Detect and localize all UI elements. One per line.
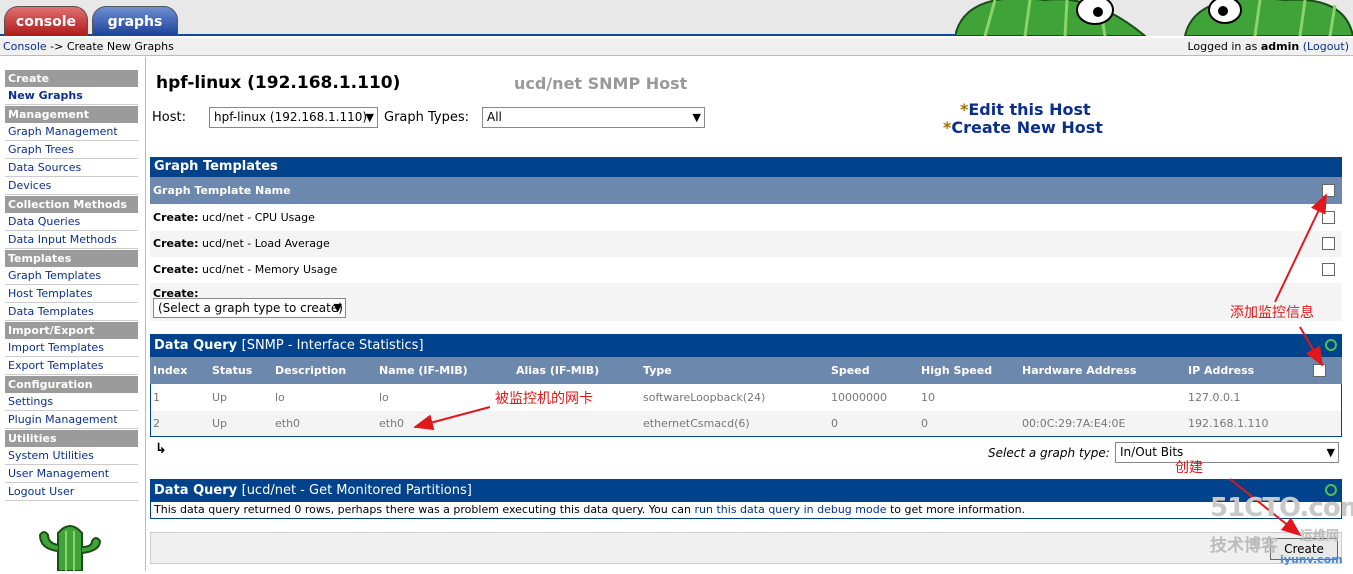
watermark-iyunv: iyunv.com [1280,553,1343,566]
menu-header-utilities: Utilities [5,430,138,447]
menu-header-import-export: Import/Export [5,322,138,339]
watermark-blog: 技术博客 [1210,536,1278,556]
breadcrumb-current: Create New Graphs [66,40,174,53]
tab-console[interactable]: console [4,6,88,36]
menu-item-data-templates[interactable]: Data Templates [5,303,138,321]
annotation-arrows [413,193,1327,537]
menu-header-management: Management [5,106,138,123]
menu-header-collection-methods: Collection Methods [5,196,138,213]
main-content: hpf-linux (192.168.1.110) ucd/net SNMP H… [150,57,1353,571]
sidebar-menu: Create New Graphs Management Graph Manageme… [5,69,138,501]
breadcrumb-bar: Console -> Create New Graphs Logged in a… [0,38,1353,56]
breadcrumb-separator: -> [46,40,67,53]
top-bar: console graphs [0,0,1353,36]
watermark-51cto: 51CTO.com [1210,493,1353,523]
login-user: admin [1260,40,1300,53]
menu-item-import-templates[interactable]: Import Templates [5,339,138,357]
menu-item-new-graphs[interactable]: New Graphs [5,87,138,105]
menu-item-data-sources[interactable]: Data Sources [5,159,138,177]
menu-item-export-templates[interactable]: Export Templates [5,357,138,375]
menu-item-user-management[interactable]: User Management [5,465,138,483]
logout-link[interactable]: (Logout) [1303,40,1349,53]
menu-item-graph-templates[interactable]: Graph Templates [5,267,138,285]
menu-item-settings[interactable]: Settings [5,393,138,411]
menu-header-templates: Templates [5,250,138,267]
cactus-logo [30,523,110,572]
menu-item-graph-trees[interactable]: Graph Trees [5,141,138,159]
menu-header-configuration: Configuration [5,376,138,393]
cactus-banner-image [955,0,1353,36]
menu-item-data-queries[interactable]: Data Queries [5,213,138,231]
menu-item-devices[interactable]: Devices [5,177,138,195]
menu-item-logout-user[interactable]: Logout User [5,483,138,501]
breadcrumb-console-link[interactable]: Console [3,40,47,53]
login-prefix: Logged in as [1187,40,1261,53]
tab-graphs[interactable]: graphs [92,6,178,36]
sidebar: Create New Graphs Management Graph Manageme… [0,57,146,572]
menu-header-create: Create [5,70,138,87]
menu-item-plugin-management[interactable]: Plugin Management [5,411,138,429]
login-status: Logged in as admin (Logout) [1188,38,1350,55]
menu-item-host-templates[interactable]: Host Templates [5,285,138,303]
watermark-yunwei: 运维网 [1300,529,1340,544]
menu-item-data-input-methods[interactable]: Data Input Methods [5,231,138,249]
menu-item-graph-management[interactable]: Graph Management [5,123,138,141]
menu-item-system-utilities[interactable]: System Utilities [5,447,138,465]
